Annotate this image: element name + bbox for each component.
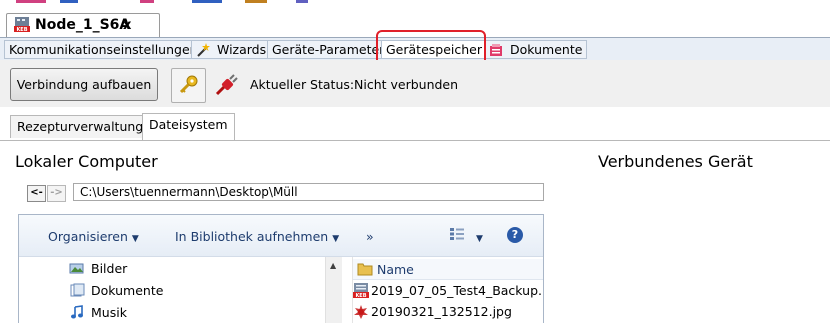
top-edge-strip <box>0 0 830 14</box>
file-explorer: Organisieren ▼ In Bibliothek aufnehmen ▼ »… <box>18 214 544 323</box>
tree-item-label: Bilder <box>91 261 128 276</box>
tree-item-bilder[interactable]: Bilder <box>69 259 127 279</box>
path-input[interactable] <box>73 183 544 201</box>
file-row[interactable]: 20190321_132512.jpg <box>353 302 512 322</box>
navigation-tree: Bilder Dokumente Musik <box>19 257 349 323</box>
tab-wizards[interactable]: Wizards <box>191 40 272 59</box>
subtab-rezepturverwaltung[interactable]: Rezepturverwaltung <box>10 115 151 138</box>
local-computer-heading: Lokaler Computer <box>15 152 158 171</box>
status-label: Aktueller Status: <box>250 77 355 92</box>
subtab-label: Rezepturverwaltung <box>17 119 144 134</box>
tree-item-dokumente[interactable]: Dokumente <box>69 281 163 301</box>
tab-kommunikationseinstellungen[interactable]: Kommunikationseinstellungen <box>4 40 203 59</box>
tab-label: Kommunikationseinstellungen <box>9 42 198 57</box>
svg-text:KEB: KEB <box>16 27 27 32</box>
connected-device-heading: Verbundenes Gerät <box>598 152 753 171</box>
library-menu[interactable]: In Bibliothek aufnehmen ▼ <box>175 229 339 244</box>
svg-text:KEB: KEB <box>355 293 366 298</box>
image-file-icon <box>354 305 368 319</box>
wand-icon <box>197 43 210 57</box>
tree-scrollbar[interactable]: ▲ <box>325 257 342 323</box>
view-dropdown-chevron-icon[interactable]: ▼ <box>472 229 483 244</box>
forward-button[interactable]: -> <box>47 185 66 202</box>
tab-dokumente[interactable]: Dokumente <box>484 40 588 59</box>
connection-toolbar: Verbindung aufbauen Aktueller Status: Ni… <box>0 60 830 108</box>
document-tab[interactable]: KEB Node_1_S6A x <box>6 13 160 38</box>
tab-label: Geräte-Parameter <box>272 42 385 57</box>
library-label: In Bibliothek aufnehmen <box>175 229 329 244</box>
documents-icon <box>490 44 502 56</box>
subtab-bar: Rezepturverwaltung Dateisystem <box>0 107 830 141</box>
tab-geraete-parameter[interactable]: Geräte-Parameter <box>267 40 390 59</box>
organize-menu[interactable]: Organisieren ▼ <box>48 229 139 244</box>
tab-label: Dokumente <box>509 42 583 57</box>
tree-item-label: Dokumente <box>91 283 164 298</box>
tree-item-musik[interactable]: Musik <box>69 303 127 323</box>
document-tab-title: Node_1_S6A <box>35 17 131 33</box>
scroll-up-arrow-icon[interactable]: ▲ <box>330 261 336 270</box>
music-icon <box>71 305 83 319</box>
back-button[interactable]: <- <box>27 185 46 202</box>
file-name: 20190321_132512.jpg <box>371 304 512 319</box>
close-icon[interactable]: x <box>123 18 131 33</box>
connect-button[interactable]: Verbindung aufbauen <box>10 68 158 101</box>
tree-item-label: Musik <box>91 305 127 320</box>
explorer-toolbar: Organisieren ▼ In Bibliothek aufnehmen ▼ »… <box>19 215 543 257</box>
keb-file-icon: KEB <box>353 283 369 298</box>
pictures-icon <box>69 263 84 274</box>
file-name: 2019_07_05_Test4_Backup. <box>371 283 542 298</box>
more-button[interactable]: » <box>366 229 374 244</box>
name-column-label: Name <box>377 262 414 277</box>
disconnected-plug-icon[interactable] <box>213 73 239 97</box>
help-icon[interactable]: ? <box>507 227 523 243</box>
file-row[interactable]: KEB 2019_07_05_Test4_Backup. <box>353 281 542 301</box>
subtab-dateisystem[interactable]: Dateisystem <box>142 113 235 140</box>
keb-device-icon: KEB <box>14 17 30 32</box>
chevron-down-icon: ▼ <box>332 234 340 244</box>
tab-label: Wizards <box>216 42 267 57</box>
status-value: Nicht verbunden <box>354 77 459 92</box>
subtab-label: Dateisystem <box>149 117 228 132</box>
key-icon <box>179 75 198 94</box>
folder-icon <box>357 263 373 276</box>
name-column-header[interactable]: Name <box>353 259 543 280</box>
view-options-icon[interactable] <box>449 227 465 241</box>
key-button[interactable] <box>171 68 206 103</box>
documents-library-icon <box>70 283 85 297</box>
file-list: Name KEB 2019_07_05_Test4_Backup. 201903… <box>352 257 543 323</box>
organize-label: Organisieren <box>48 229 128 244</box>
chevron-down-icon: ▼ <box>131 234 139 244</box>
